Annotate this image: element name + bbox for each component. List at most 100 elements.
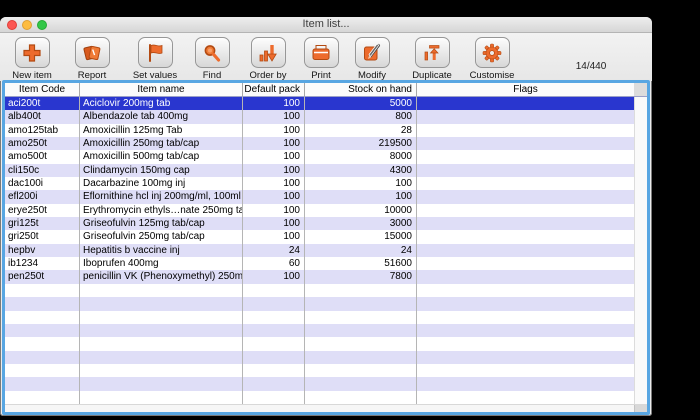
cell-flags [417,124,634,137]
cell-name [80,351,243,364]
cell-stock: 7800 [305,270,417,283]
cell-code [5,297,80,310]
table-row[interactable]: pen250tpenicillin VK (Phenoxymethyl) 250… [5,270,634,283]
plus-icon [15,37,50,68]
column-header-item-name[interactable]: Item name [80,83,243,96]
customise-button[interactable]: Customise [464,37,520,81]
cell-pack: 100 [243,97,305,110]
cell-code: amo125tab [5,124,80,137]
duplicate-arrow-icon [415,37,450,68]
table-row[interactable]: efl200iEflornithine hcl inj 200mg/ml, 10… [5,190,634,203]
table-row[interactable]: amo500tAmoxicillin 500mg tab/cap1008000 [5,150,634,163]
table-row[interactable]: cli150cClindamycin 150mg cap1004300 [5,164,634,177]
cell-pack: 100 [243,124,305,137]
cell-pack [243,337,305,350]
cell-stock: 51600 [305,257,417,270]
table-row[interactable]: amo125tabAmoxicillin 125mg Tab10028 [5,124,634,137]
column-header-stock-on-hand[interactable]: Stock on hand [305,83,417,96]
close-button[interactable] [7,20,17,30]
cell-pack: 100 [243,190,305,203]
cell-name: Erythromycin ethyls…nate 250mg tab/cap [80,204,243,217]
cell-stock [305,337,417,350]
cell-stock: 4300 [305,164,417,177]
empty-row[interactable] [5,364,634,377]
table-row[interactable]: alb400tAlbendazole tab 400mg100800 [5,110,634,123]
scrollbar-corner-top [634,83,647,96]
scrollbar-corner-bottom [634,405,647,412]
cell-flags [417,164,634,177]
empty-row[interactable] [5,391,634,404]
empty-row[interactable] [5,351,634,364]
record-count: 14/440 [558,61,624,72]
modify-button[interactable]: Modify [349,37,395,81]
cell-name: penicillin VK (Phenoxymethyl) 250mg tab [80,270,243,283]
empty-row[interactable] [5,324,634,337]
horizontal-scrollbar[interactable] [5,404,647,412]
cell-flags [417,364,634,377]
cell-code: erye250t [5,204,80,217]
minimize-button[interactable] [22,20,32,30]
item-table: Item Code Item name Default pack Stock o… [2,80,650,415]
sort-arrow-icon [251,37,286,68]
traffic-lights [7,20,47,30]
cell-name: Griseofulvin 125mg tab/cap [80,217,243,230]
cell-pack: 100 [243,177,305,190]
screen: { "window": { "title": "Item list...", "… [0,0,700,420]
set-values-button[interactable]: Set values [124,37,186,81]
cards-icon [75,37,110,68]
table-row[interactable]: hepbvHepatitis b vaccine inj2424 [5,244,634,257]
cell-name: Hepatitis b vaccine inj [80,244,243,257]
cell-code: gri125t [5,217,80,230]
cell-code [5,391,80,404]
cell-flags [417,391,634,404]
cell-stock [305,284,417,297]
cell-name: Amoxicillin 250mg tab/cap [80,137,243,150]
print-button[interactable]: Print [299,37,343,81]
cell-code: amo500t [5,150,80,163]
find-button[interactable]: Find [190,37,234,81]
duplicate-button[interactable]: Duplicate [404,37,460,81]
cell-flags [417,324,634,337]
cell-pack [243,324,305,337]
empty-row[interactable] [5,311,634,324]
table-row[interactable]: gri250tGriseofulvin 250mg tab/cap1001500… [5,230,634,243]
title-bar[interactable]: Item list... [0,17,652,33]
cell-pack: 100 [243,164,305,177]
cell-stock [305,351,417,364]
cell-pack: 100 [243,150,305,163]
zoom-button[interactable] [37,20,47,30]
cell-stock: 24 [305,244,417,257]
cell-flags [417,337,634,350]
cell-name [80,337,243,350]
empty-row[interactable] [5,284,634,297]
cell-name [80,391,243,404]
cell-code: cli150c [5,164,80,177]
order-by-button[interactable]: Order by [242,37,294,81]
vertical-scrollbar[interactable] [634,97,647,404]
cell-name [80,364,243,377]
cell-stock [305,364,417,377]
column-header-flags[interactable]: Flags [417,83,634,96]
cell-code [5,311,80,324]
column-header-default-pack[interactable]: Default pack [243,83,305,96]
cell-name: Clindamycin 150mg cap [80,164,243,177]
table-row[interactable]: amo250tAmoxicillin 250mg tab/cap10021950… [5,137,634,150]
empty-row[interactable] [5,337,634,350]
table-row[interactable]: erye250tErythromycin ethyls…nate 250mg t… [5,204,634,217]
cell-name: Aciclovir 200mg tab [80,97,243,110]
cell-flags [417,377,634,390]
table-row[interactable]: ib1234Iboprufen 400mg6051600 [5,257,634,270]
cell-pack: 100 [243,270,305,283]
cell-stock: 10000 [305,204,417,217]
toolbar: New item Report Set values [0,33,652,81]
cell-flags [417,137,634,150]
empty-row[interactable] [5,377,634,390]
table-row[interactable]: dac100iDacarbazine 100mg inj100100 [5,177,634,190]
column-header-item-code[interactable]: Item Code [5,83,80,96]
report-button[interactable]: Report [66,37,118,81]
table-row[interactable]: aci200tAciclovir 200mg tab1005000 [5,97,634,110]
table-row[interactable]: gri125tGriseofulvin 125mg tab/cap1003000 [5,217,634,230]
cell-stock: 8000 [305,150,417,163]
empty-row[interactable] [5,297,634,310]
new-item-button[interactable]: New item [6,37,58,81]
